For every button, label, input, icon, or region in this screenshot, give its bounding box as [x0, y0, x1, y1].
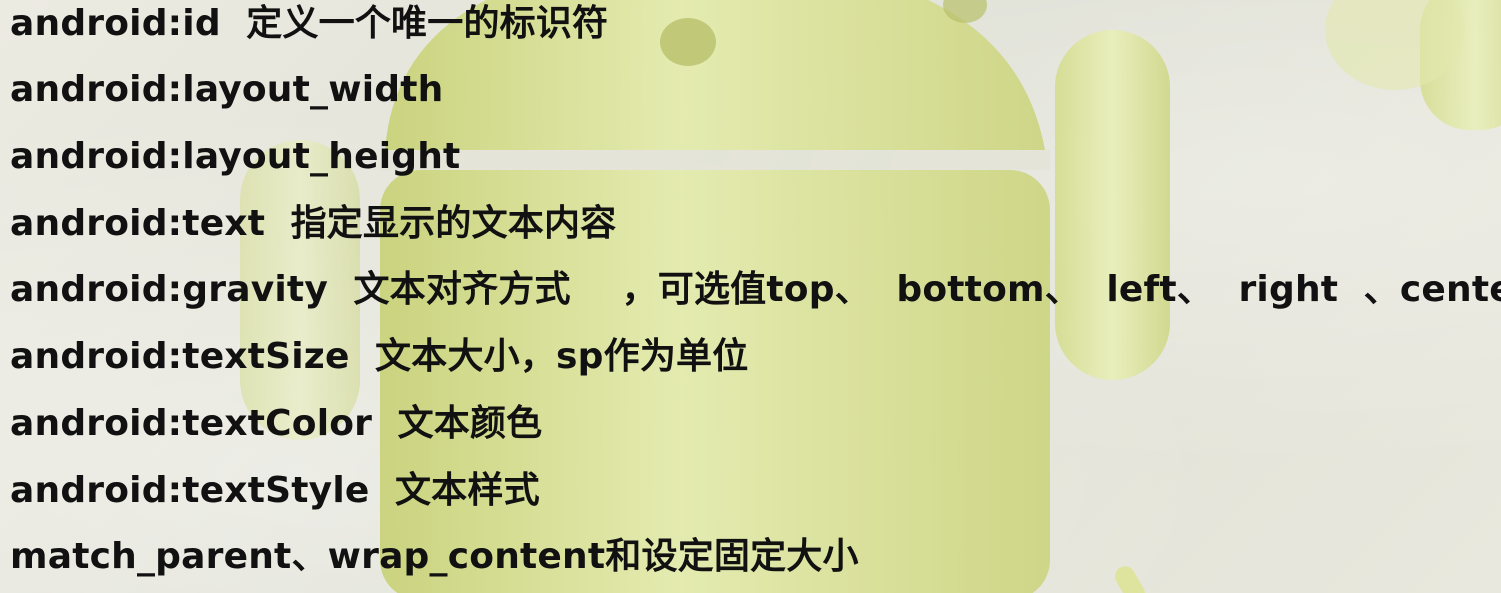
line-text-style: android:textStyle 文本样式: [10, 470, 540, 511]
line-text-size: android:textSize 文本大小，sp作为单位: [10, 336, 749, 377]
line-layout-height: android:layout_height: [10, 136, 461, 177]
line-android-id: android:id 定义一个唯一的标识符: [10, 3, 609, 44]
line-text-color: android:textColor 文本颜色: [10, 403, 543, 444]
line-layout-width: android:layout_width: [10, 69, 444, 110]
line-text: android:text 指定显示的文本内容: [10, 203, 617, 244]
line-gravity: android:gravity 文本对齐方式 ，可选值top、 bottom、 …: [10, 269, 1501, 310]
line-match-parent: match_parent、wrap_content和设定固定大小: [10, 536, 859, 577]
slide: android:id 定义一个唯一的标识符 android:layout_wid…: [0, 0, 1501, 593]
